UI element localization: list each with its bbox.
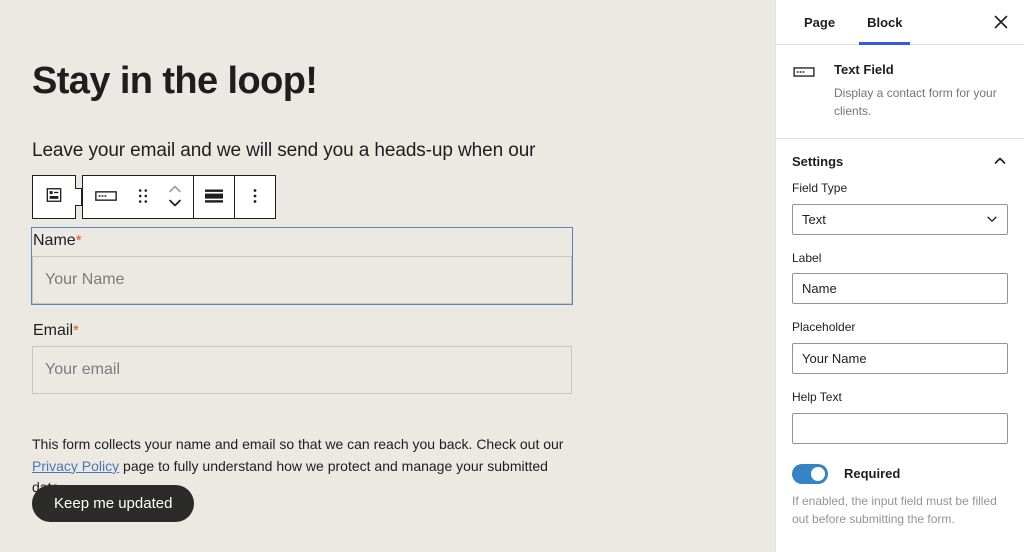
- settings-panel-header[interactable]: Settings: [776, 139, 1024, 181]
- options-button[interactable]: [235, 176, 275, 218]
- settings-panel-body: Field Type Text Label Name Placeholder Y…: [776, 181, 1024, 552]
- form-block-icon: [44, 185, 64, 210]
- block-toolbar-main: [82, 175, 276, 219]
- placeholder-field-label: Placeholder: [792, 320, 856, 335]
- placeholder-input[interactable]: Your Name: [792, 342, 1008, 374]
- close-icon: [994, 15, 1008, 32]
- block-card-icon-wrap: [792, 61, 818, 120]
- chevron-down-icon: [985, 212, 999, 226]
- name-field-block[interactable]: Name* Your Name: [31, 226, 573, 306]
- chevron-up-down-icon: [167, 181, 183, 214]
- block-toolbar: [32, 175, 276, 219]
- text-field-icon: [94, 186, 118, 209]
- block-info-card: Text Field Display a contact form for yo…: [776, 45, 1024, 140]
- privacy-policy-link[interactable]: Privacy Policy: [32, 458, 119, 474]
- label-group: Label Name: [792, 251, 1008, 305]
- toggle-knob: [811, 466, 825, 481]
- page-title[interactable]: Stay in the loop!: [32, 60, 318, 104]
- required-toggle[interactable]: [792, 463, 828, 484]
- help-text-input[interactable]: [792, 412, 1008, 444]
- block-card-description: Display a contact form for your clients.: [834, 86, 997, 119]
- close-sidebar-button[interactable]: [986, 8, 1016, 38]
- name-field-label-text: Name: [33, 232, 76, 249]
- placeholder-group: Placeholder Your Name: [792, 320, 1008, 374]
- block-card-title: Text Field: [834, 62, 894, 77]
- name-required-marker: *: [75, 232, 82, 249]
- block-type-button[interactable]: [83, 176, 129, 218]
- align-button[interactable]: [194, 176, 234, 218]
- email-field-block[interactable]: Email* Your email: [32, 318, 572, 395]
- settings-panel-title: Settings: [792, 153, 844, 169]
- email-field-label-text: Email: [33, 322, 74, 339]
- editor-canvas: Stay in the loop! Leave your email and w…: [0, 0, 775, 552]
- field-type-label: Field Type: [792, 181, 848, 196]
- email-required-marker: *: [73, 322, 79, 339]
- privacy-text-before: This form collects your name and email s…: [32, 436, 564, 452]
- field-type-select[interactable]: Text: [792, 203, 1008, 235]
- required-toggle-label: Required: [844, 466, 901, 482]
- name-field-input[interactable]: Your Name: [32, 256, 572, 305]
- help-text-group: Help Text: [792, 390, 1008, 444]
- settings-sidebar: Page Block Text Field Display a contact …: [775, 0, 1024, 552]
- align-center-icon: [203, 187, 225, 208]
- sidebar-tabs: Page Block: [776, 0, 1024, 45]
- field-type-group: Field Type Text: [792, 181, 1008, 235]
- email-field-input[interactable]: Your email: [32, 346, 572, 395]
- drag-dots-icon: [138, 187, 148, 208]
- move-up-down-button[interactable]: [157, 176, 193, 218]
- required-help-text: If enabled, the input field must be fill…: [792, 493, 997, 527]
- editor-window: Stay in the loop! Leave your email and w…: [0, 0, 1024, 552]
- intro-paragraph[interactable]: Leave your email and we will send you a …: [32, 138, 592, 164]
- block-card-text: Text Field Display a contact form for yo…: [818, 61, 1008, 120]
- required-toggle-row: Required: [792, 463, 1008, 484]
- select-parent-block-button[interactable]: [32, 175, 82, 219]
- label-input[interactable]: Name: [792, 273, 1008, 305]
- text-field-icon: [792, 67, 816, 85]
- email-field-label: Email*: [32, 318, 572, 346]
- help-text-field-label: Help Text: [792, 389, 842, 404]
- chevron-up-icon: [992, 153, 1008, 169]
- tab-page[interactable]: Page: [788, 0, 851, 45]
- tab-block[interactable]: Block: [851, 0, 918, 45]
- toolbar-connector: [75, 188, 82, 206]
- more-vertical-icon: [252, 186, 258, 209]
- name-field-label: Name*: [32, 228, 572, 256]
- submit-button[interactable]: Keep me updated: [32, 485, 195, 522]
- label-field-label: Label: [792, 250, 822, 265]
- drag-handle-button[interactable]: [129, 176, 157, 218]
- field-type-value: Text: [802, 211, 826, 227]
